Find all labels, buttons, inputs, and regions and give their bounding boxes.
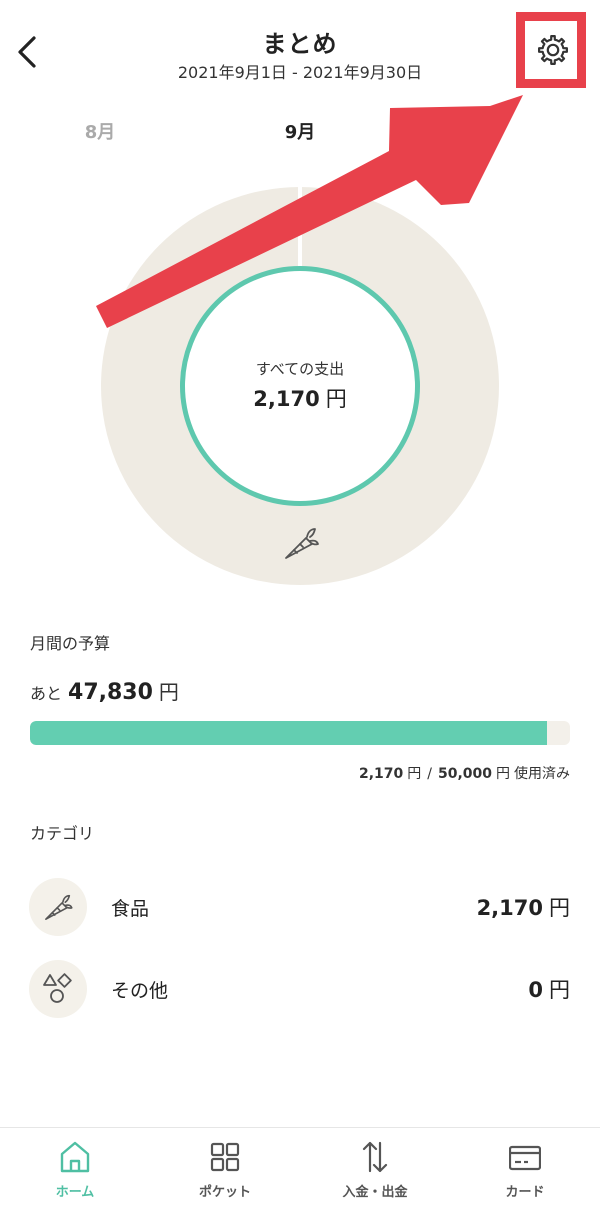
budget-progress-fill — [30, 721, 547, 745]
total-budget-unit: 円 — [496, 766, 510, 782]
remaining-value: 47,830 — [68, 680, 153, 705]
remaining-prefix: あと — [30, 684, 63, 703]
category-name: 食品 — [111, 898, 150, 920]
nav-transfer[interactable]: 入金・出金 — [300, 1128, 450, 1220]
settings-highlight-box — [516, 12, 586, 88]
total-spending-unit: 円 — [325, 387, 347, 411]
tab-september[interactable]: 9月 — [260, 118, 340, 144]
used-suffix: 使用済み — [514, 766, 570, 782]
used-value: 2,170 — [358, 766, 404, 782]
date-range: 2021年9月1日 - 2021年9月30日 — [177, 63, 423, 82]
used-unit: 円 — [407, 766, 422, 782]
budget-progress-bar — [30, 721, 570, 745]
card-icon — [509, 1145, 541, 1171]
nav-card[interactable]: カード — [450, 1128, 600, 1220]
category-amount-unit: 円 — [549, 978, 570, 1002]
category-row-food[interactable]: 食品 2,170 円 — [0, 872, 600, 942]
category-name: その他 — [111, 980, 169, 1002]
total-budget-value: 50,000 — [437, 766, 492, 782]
total-spending-label: すべての支出 — [255, 360, 345, 378]
carrot-icon — [280, 522, 322, 564]
grid-icon — [210, 1142, 240, 1172]
budget-used-summary: 2,170 円/50,000 円使用済み — [359, 763, 570, 783]
tab-august[interactable]: 8月 — [60, 118, 140, 144]
category-amount: 2,170 円 — [477, 892, 570, 922]
nav-pocket[interactable]: ポケット — [150, 1128, 300, 1220]
home-icon — [60, 1141, 90, 1173]
category-amount-value: 0 — [528, 978, 543, 1002]
donut-divider — [298, 187, 302, 267]
category-amount: 0円 — [528, 974, 570, 1004]
nav-pocket-label: ポケット — [198, 1185, 251, 1200]
category-row-other[interactable]: その他 0円 — [0, 954, 600, 1024]
shapes-icon — [29, 960, 87, 1018]
nav-home[interactable]: ホーム — [0, 1128, 150, 1220]
budget-heading: 月間の予算 — [30, 634, 111, 653]
used-separator: / — [427, 766, 432, 782]
category-amount-value: 2,170 — [476, 896, 543, 920]
page-title: まとめ — [262, 30, 338, 58]
category-amount-unit: 円 — [549, 896, 570, 920]
total-spending-value: 2,170 円 — [180, 383, 420, 413]
total-spending-amount: 2,170 — [253, 387, 320, 411]
remaining-budget: あと 47,830 円 — [30, 676, 179, 705]
nav-transfer-label: 入金・出金 — [342, 1185, 408, 1200]
nav-home-label: ホーム — [55, 1185, 95, 1200]
remaining-unit: 円 — [158, 680, 179, 704]
category-heading: カテゴリ — [30, 824, 95, 843]
carrot-icon — [29, 878, 87, 936]
bottom-navigation: ホーム ポケット 入金・出金 カード — [0, 1127, 600, 1220]
nav-card-label: カード — [505, 1185, 545, 1200]
transfer-arrows-icon — [362, 1141, 388, 1173]
